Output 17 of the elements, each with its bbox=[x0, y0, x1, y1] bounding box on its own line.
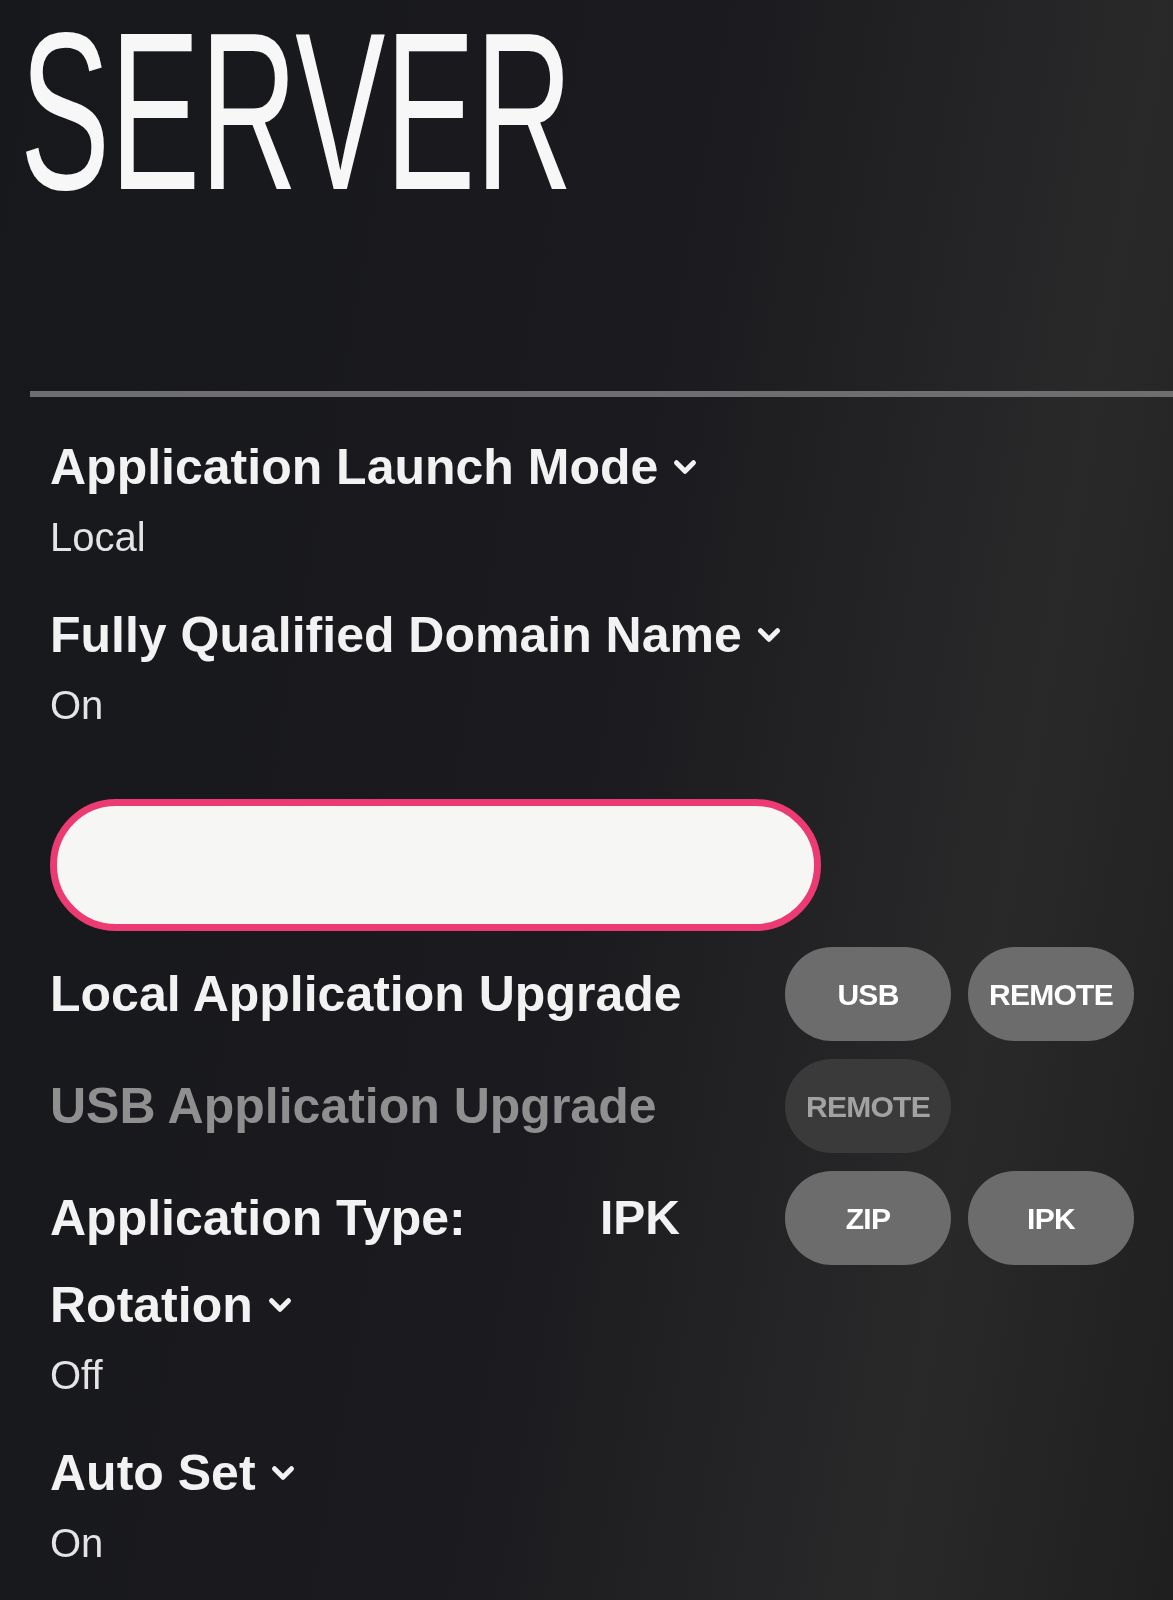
dropdown-label[interactable]: Fully Qualified Domain Name bbox=[50, 605, 786, 665]
option-button[interactable]: USB bbox=[785, 947, 951, 1041]
setting-value: IPK bbox=[600, 1190, 680, 1246]
option-button[interactable]: IPK bbox=[968, 1171, 1134, 1265]
option-button[interactable]: REMOTE bbox=[968, 947, 1134, 1041]
setting-value: On bbox=[50, 1520, 104, 1567]
setting-label: Local Application Upgrade bbox=[50, 965, 682, 1024]
setting-value: On bbox=[50, 682, 104, 729]
dropdown-label[interactable]: Rotation bbox=[50, 1275, 297, 1335]
setting-label: USB Application Upgrade bbox=[50, 1077, 657, 1136]
setting-label: Application Type: bbox=[50, 1189, 467, 1248]
dropdown-label[interactable]: Application Launch Mode bbox=[50, 437, 703, 497]
setting-value: Local bbox=[50, 514, 146, 561]
option-button[interactable]: ZIP bbox=[785, 1171, 951, 1265]
page-title: SERVER bbox=[20, 0, 573, 225]
setting-value: Off bbox=[50, 1352, 103, 1399]
dropdown-label[interactable]: Auto Set bbox=[50, 1443, 300, 1503]
